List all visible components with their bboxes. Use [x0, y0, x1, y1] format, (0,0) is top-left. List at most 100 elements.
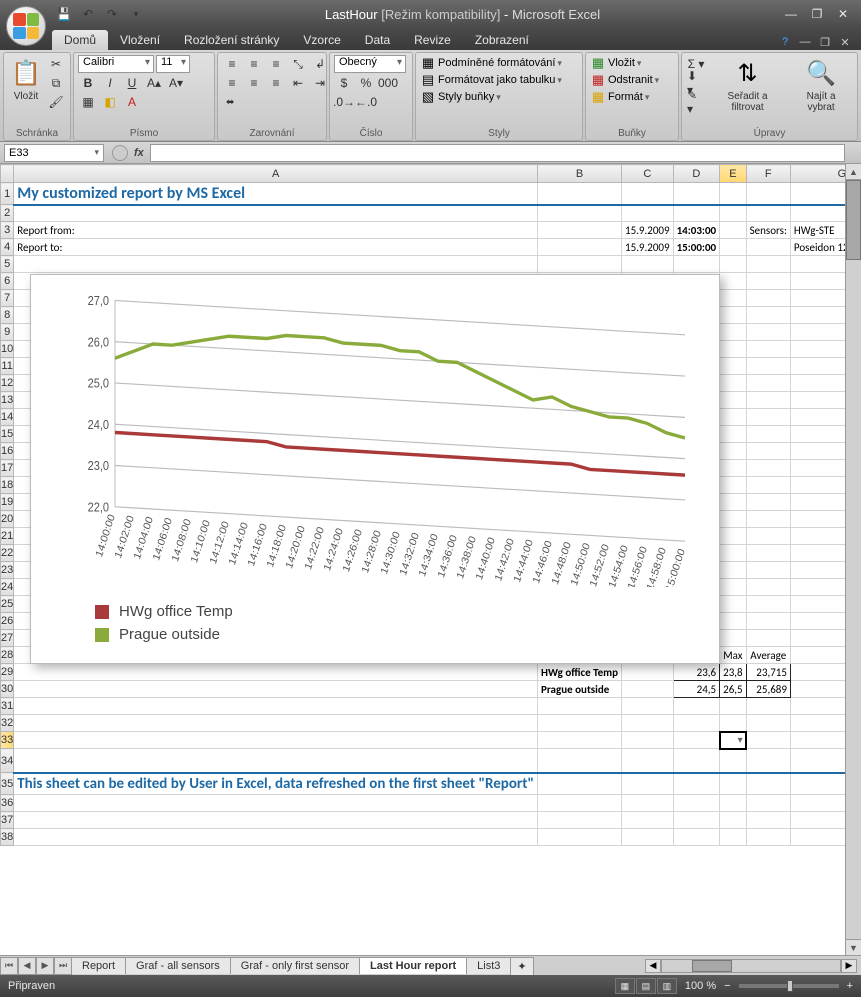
- row-header-3[interactable]: 3: [1, 222, 14, 239]
- cell-B34[interactable]: [538, 749, 622, 773]
- cell-G38[interactable]: [790, 829, 845, 846]
- horizontal-scroll-thumb[interactable]: [692, 960, 732, 972]
- cell-B5[interactable]: [538, 256, 622, 273]
- row-header-33[interactable]: 33: [1, 732, 14, 749]
- row-header-25[interactable]: 25: [1, 596, 14, 613]
- cell-B30[interactable]: Prague outside: [538, 681, 622, 698]
- cell-B37[interactable]: [538, 812, 622, 829]
- cell-F24[interactable]: [746, 579, 790, 596]
- cell-D34[interactable]: [673, 749, 720, 773]
- hscroll-right-arrow[interactable]: ▶: [841, 959, 857, 973]
- grow-font-button[interactable]: A▴: [144, 74, 164, 92]
- cell-A30[interactable]: [14, 681, 538, 698]
- font-color-button[interactable]: A: [122, 93, 142, 111]
- mdi-minimize-button[interactable]: —: [797, 34, 813, 50]
- cell-E35[interactable]: [720, 773, 746, 795]
- cell-A1[interactable]: My customized report by MS Excel: [14, 183, 538, 205]
- cell-F30[interactable]: 25,689: [746, 681, 790, 698]
- qat-more-icon[interactable]: ▾: [126, 5, 146, 23]
- maximize-button[interactable]: ❐: [805, 5, 829, 23]
- col-header-C[interactable]: C: [622, 165, 674, 183]
- cell-E29[interactable]: 23,8: [720, 664, 746, 681]
- cell-E26[interactable]: [720, 613, 746, 630]
- row-header-34[interactable]: 34: [1, 749, 14, 773]
- row-header-23[interactable]: 23: [1, 562, 14, 579]
- row-header-1[interactable]: 1: [1, 183, 14, 205]
- cell-C1[interactable]: [622, 183, 674, 205]
- row-header-17[interactable]: 17: [1, 460, 14, 477]
- row-header-28[interactable]: 28: [1, 647, 14, 664]
- cell-F11[interactable]: [746, 358, 790, 375]
- increase-indent-button[interactable]: ⇥: [310, 74, 330, 92]
- cell-G19[interactable]: [790, 494, 845, 511]
- row-header-31[interactable]: 31: [1, 698, 14, 715]
- new-sheet-tab[interactable]: ✦: [510, 957, 533, 975]
- underline-button[interactable]: U: [122, 74, 142, 92]
- cell-A32[interactable]: [14, 715, 538, 732]
- embedded-chart[interactable]: 22,023,024,025,026,027,014:00:0014:02:00…: [30, 274, 720, 664]
- cell-C3[interactable]: 15.9.2009: [622, 222, 674, 239]
- tab-nav-first[interactable]: ⏮: [0, 957, 18, 975]
- cell-B31[interactable]: [538, 698, 622, 715]
- cell-E14[interactable]: [720, 409, 746, 426]
- cell-F36[interactable]: [746, 795, 790, 812]
- row-header-35[interactable]: 35: [1, 773, 14, 795]
- cell-E6[interactable]: [720, 273, 746, 290]
- cell-E33[interactable]: [720, 732, 746, 749]
- cell-G34[interactable]: [790, 749, 845, 773]
- cell-G16[interactable]: [790, 443, 845, 460]
- cell-G24[interactable]: [790, 579, 845, 596]
- cell-D1[interactable]: [673, 183, 720, 205]
- cell-C33[interactable]: [622, 732, 674, 749]
- percent-button[interactable]: %: [356, 74, 376, 92]
- italic-button[interactable]: I: [100, 74, 120, 92]
- vertical-scroll-thumb[interactable]: [846, 180, 861, 260]
- cell-F21[interactable]: [746, 528, 790, 545]
- cell-G30[interactable]: [790, 681, 845, 698]
- wrap-text-button[interactable]: ↲: [310, 55, 330, 73]
- format-as-table-button[interactable]: ▤Formátovat jako tabulku▾: [420, 72, 562, 88]
- cell-A4[interactable]: Report to:: [14, 239, 538, 256]
- cell-A33[interactable]: [14, 732, 538, 749]
- col-header-F[interactable]: F: [746, 165, 790, 183]
- row-header-16[interactable]: 16: [1, 443, 14, 460]
- cell-G35[interactable]: [790, 773, 845, 795]
- col-header-E[interactable]: E: [720, 165, 746, 183]
- cell-F31[interactable]: [746, 698, 790, 715]
- merge-center-button[interactable]: ⬌: [222, 93, 235, 111]
- view-pagebreak-button[interactable]: ▥: [657, 978, 677, 994]
- cell-F15[interactable]: [746, 426, 790, 443]
- cell-D5[interactable]: [673, 256, 720, 273]
- row-header-11[interactable]: 11: [1, 358, 14, 375]
- close-button[interactable]: ✕: [831, 5, 855, 23]
- view-layout-button[interactable]: ▤: [636, 978, 656, 994]
- cell-E8[interactable]: [720, 307, 746, 324]
- cell-G32[interactable]: [790, 715, 845, 732]
- cell-A34[interactable]: [14, 749, 538, 773]
- cell-E15[interactable]: [720, 426, 746, 443]
- row-header-8[interactable]: 8: [1, 307, 14, 324]
- cell-F2[interactable]: [746, 205, 790, 222]
- borders-button[interactable]: ▦: [78, 93, 98, 111]
- cell-F23[interactable]: [746, 562, 790, 579]
- ribbon-tab-data[interactable]: Data: [353, 30, 402, 50]
- ribbon-tab-revize[interactable]: Revize: [402, 30, 463, 50]
- cell-E18[interactable]: [720, 477, 746, 494]
- cell-G37[interactable]: [790, 812, 845, 829]
- format-cells-button[interactable]: ▦Formát▾: [590, 89, 649, 105]
- align-center-button[interactable]: ≡: [244, 74, 264, 92]
- cell-F16[interactable]: [746, 443, 790, 460]
- cell-F7[interactable]: [746, 290, 790, 307]
- row-header-12[interactable]: 12: [1, 375, 14, 392]
- cell-E13[interactable]: [720, 392, 746, 409]
- col-header-D[interactable]: D: [673, 165, 720, 183]
- copy-button[interactable]: ⧉: [46, 74, 66, 92]
- cell-E1[interactable]: [720, 183, 746, 205]
- row-header-29[interactable]: 29: [1, 664, 14, 681]
- cell-F14[interactable]: [746, 409, 790, 426]
- cell-G11[interactable]: [790, 358, 845, 375]
- cell-F13[interactable]: [746, 392, 790, 409]
- orientation-button[interactable]: ⤡: [288, 55, 308, 73]
- cell-C38[interactable]: [622, 829, 674, 846]
- cell-F26[interactable]: [746, 613, 790, 630]
